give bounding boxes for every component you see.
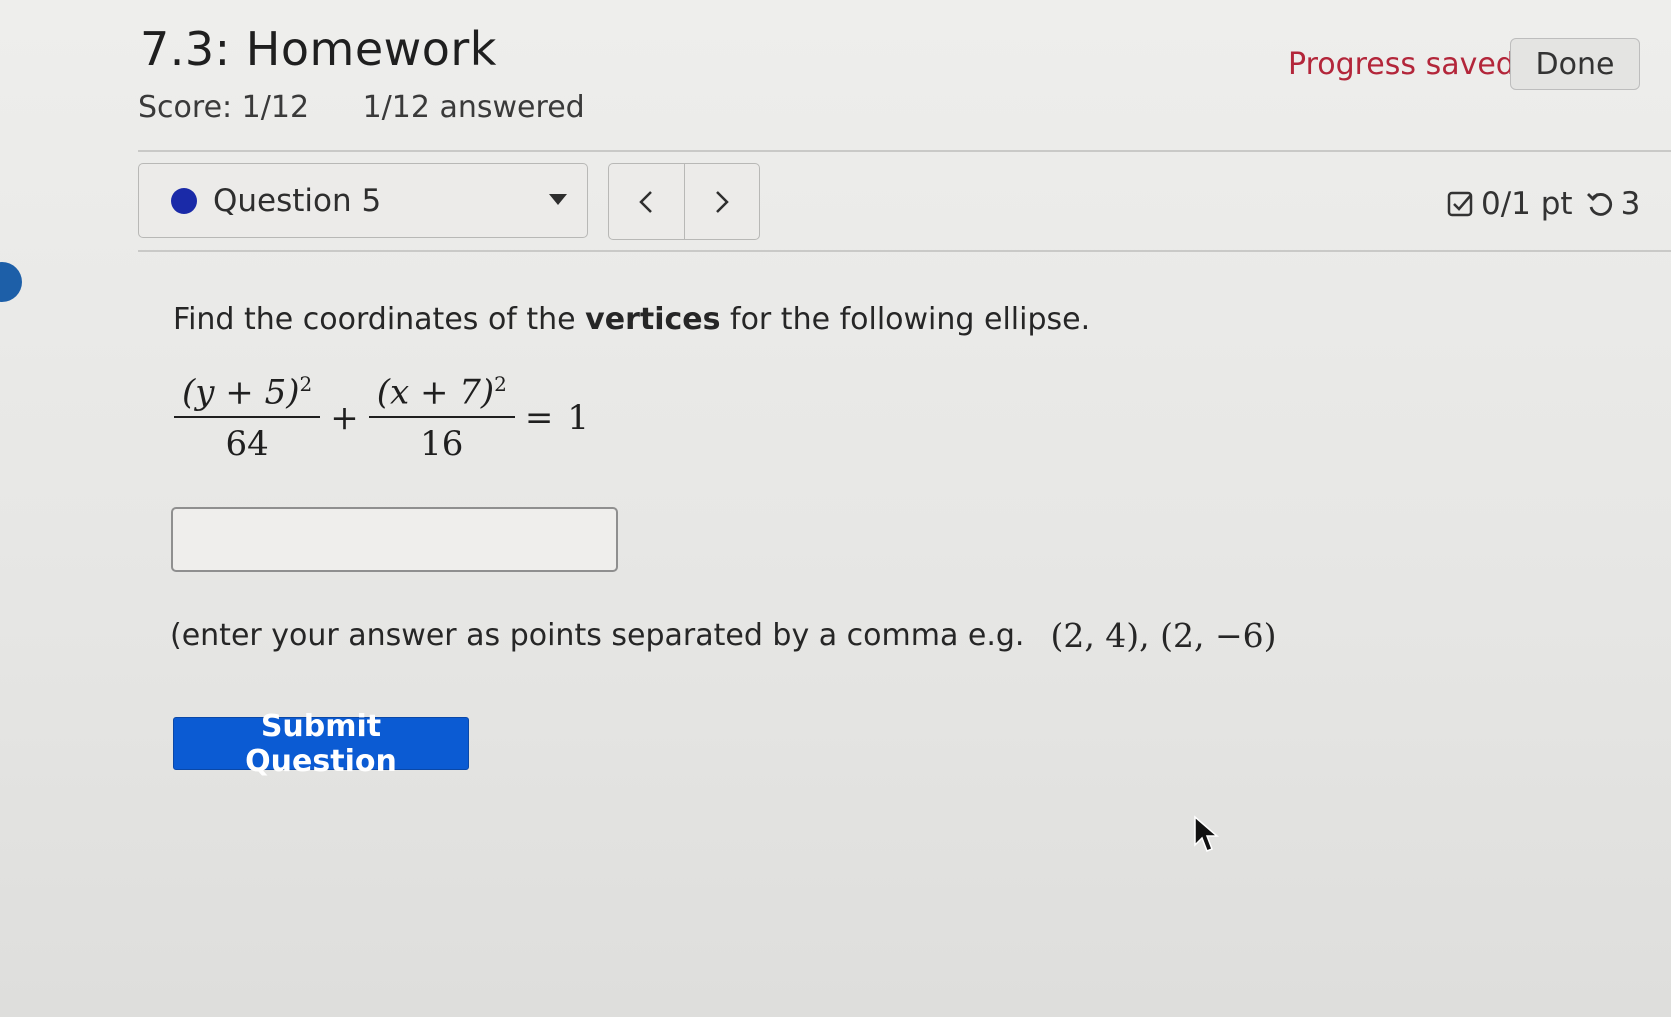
question-select-label: Question 5 (213, 182, 382, 219)
done-button[interactable]: Done (1510, 38, 1640, 90)
points-indicator: 0/1 pt 3 (1447, 186, 1640, 222)
hint-text: (enter your answer as points separated b… (170, 618, 1025, 653)
chevron-right-icon (715, 190, 729, 213)
term1-denominator: 64 (174, 416, 321, 464)
score-line: Score: 1/12 1/12 answered (138, 90, 629, 125)
retries-count: 3 (1620, 186, 1641, 222)
chevron-left-icon (639, 190, 653, 213)
mouse-cursor-icon (1194, 815, 1220, 852)
question-select[interactable]: Question 5 (138, 163, 588, 238)
answer-input[interactable] (171, 507, 618, 572)
question-nav-group (608, 163, 760, 240)
score-text: Score: 1/12 (138, 90, 310, 125)
prompt-bold-word: vertices (585, 302, 721, 337)
prev-question-button[interactable] (609, 164, 684, 239)
answered-text: 1/12 answered (362, 90, 585, 125)
term2-numerator: (x + 7)2 (376, 372, 507, 413)
fraction-term-2: (x + 7)2 16 (368, 372, 515, 464)
points-text: 0/1 pt (1481, 186, 1573, 222)
caret-down-icon (549, 194, 567, 205)
left-edge-badge (0, 262, 22, 302)
retry-icon (1586, 193, 1612, 216)
fraction-term-1: (y + 5)2 64 (174, 372, 321, 464)
prompt-text-after: for the following ellipse. (720, 302, 1091, 337)
equation-rhs: 1 (567, 398, 590, 439)
progress-status: Progress saved (1288, 47, 1515, 82)
page-title: 7.3: Homework (140, 22, 497, 76)
next-question-button[interactable] (683, 164, 760, 239)
question-prompt: Find the coordinates of the vertices for… (173, 302, 1090, 337)
ellipse-equation: (y + 5)2 64 + (x + 7)2 16 = 1 (174, 372, 590, 464)
submit-question-button[interactable]: Submit Question (173, 709, 469, 779)
hint-example: (2, 4), (2, −6) (1050, 616, 1277, 655)
question-divider (138, 250, 1671, 252)
equals-operator: = (524, 398, 554, 439)
term1-numerator: (y + 5)2 (182, 372, 313, 413)
answer-hint: (enter your answer as points separated b… (170, 616, 1277, 655)
prompt-text-before: Find the coordinates of the (173, 302, 586, 337)
question-status-dot (171, 187, 197, 214)
header-divider (138, 150, 1671, 152)
checkbox-edit-icon (1447, 191, 1473, 217)
plus-operator: + (330, 398, 359, 439)
term2-denominator: 16 (368, 416, 515, 464)
